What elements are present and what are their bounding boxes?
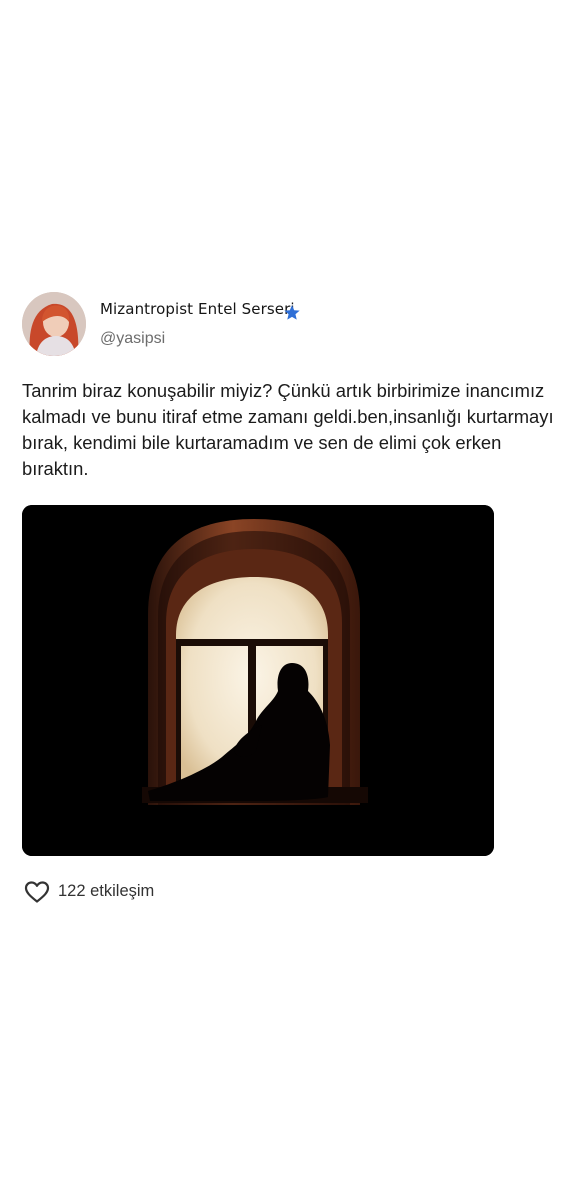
user-handle[interactable]: @yasipsi <box>100 330 165 348</box>
engagement-count[interactable]: 122 etkileşim <box>58 882 154 901</box>
post-text: Tanrim biraz konuşabilir miyiz? Çünkü ar… <box>22 378 562 482</box>
display-name[interactable]: Mizantropist Entel Serseri <box>100 300 295 318</box>
verified-star-icon <box>284 305 300 320</box>
avatar[interactable] <box>22 292 86 356</box>
post-card: Mizantropist Entel Serseri @yasipsi Tanr… <box>0 0 584 1200</box>
post-text-line: bıraktın. <box>22 458 89 479</box>
heart-outline-icon[interactable] <box>24 880 50 904</box>
avatar-image <box>22 292 86 356</box>
post-image[interactable] <box>22 505 494 856</box>
post-text-line: bırak, kendimi bile kurtaramadım ve sen … <box>22 432 502 453</box>
post-text-line: Tanrim biraz konuşabilir miyiz? Çünkü ar… <box>22 380 545 401</box>
window-silhouette-image <box>22 505 494 856</box>
post-text-line: kalmadı ve bunu itiraf etme zamanı geldi… <box>22 406 554 427</box>
